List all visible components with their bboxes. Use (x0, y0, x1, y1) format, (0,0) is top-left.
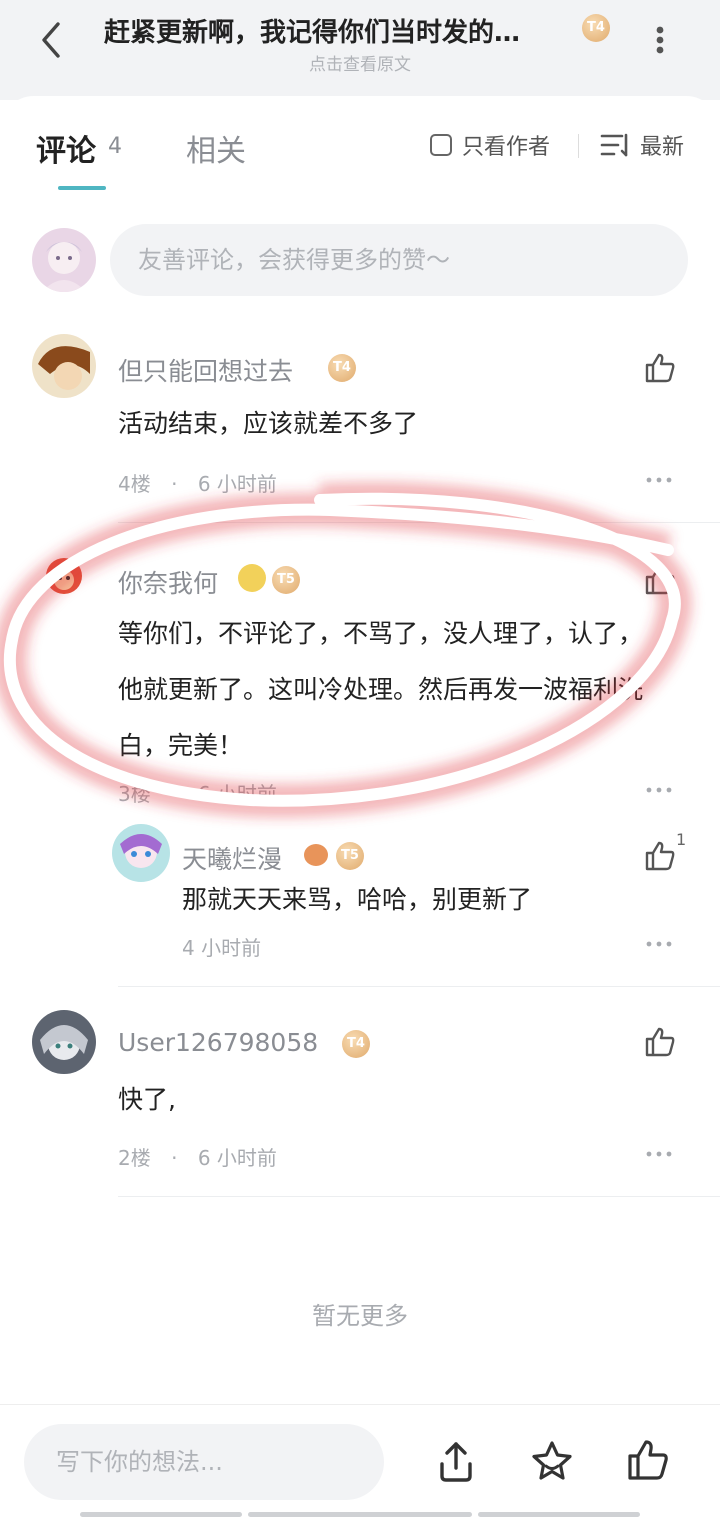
comment-time: 6 小时前 (197, 1146, 277, 1170)
comment-text: 活动结束，应该就差不多了 (118, 409, 419, 438)
more-options-button[interactable] (644, 22, 676, 58)
comment-avatar[interactable] (32, 546, 96, 610)
home-indicator (478, 1512, 640, 1517)
favorite-button[interactable] (528, 1438, 576, 1486)
title-level-badge: T4 (582, 14, 610, 42)
home-indicator (248, 1512, 472, 1517)
thumbs-up-icon (645, 353, 675, 383)
sort-label: 最新 (640, 135, 685, 160)
more-vertical-icon (656, 26, 664, 54)
comment-meta: 2楼 · 6 小时前 (118, 1142, 277, 1171)
comment-avatar[interactable] (32, 334, 96, 398)
like-button[interactable] (642, 1024, 678, 1060)
tab-related[interactable]: 相关 (186, 126, 246, 170)
level-badge: T4 (328, 354, 356, 382)
thumbs-up-icon (628, 1440, 668, 1480)
like-button[interactable] (642, 838, 678, 874)
post-title[interactable]: 赶紧更新啊，我记得你们当时发的… (104, 12, 574, 49)
star-icon (532, 1441, 572, 1480)
home-indicator (80, 1512, 242, 1517)
avatar-image (112, 824, 170, 882)
reply-text: 那就天天来骂，哈哈，别更新了 (182, 885, 533, 914)
comment-more-button[interactable] (646, 776, 672, 801)
comment-floor: 4楼 (118, 472, 151, 496)
like-count: 1 (676, 830, 687, 849)
comment-text: 等你们，不评论了，不骂了，没人理了，认了，他就更新了。这叫冷处理。然后再发一波福… (118, 619, 644, 760)
comment-more-button[interactable] (646, 1140, 672, 1165)
level-badge: T4 (342, 1030, 370, 1058)
avatar-image (32, 334, 96, 398)
comment-more-button[interactable] (646, 466, 672, 491)
level-badge: T5 (336, 842, 364, 870)
meta-separator: · (171, 782, 178, 806)
emoji-badge (304, 844, 328, 866)
comment-username[interactable]: 但只能回想过去 (118, 352, 293, 388)
comment-input[interactable] (110, 224, 688, 296)
meta-separator: · (171, 472, 178, 496)
author-only-toggle[interactable]: 只看作者 (430, 130, 550, 160)
comment-avatar[interactable] (32, 1010, 96, 1074)
more-horizontal-icon (646, 1151, 672, 1157)
comment-text: 快了, (118, 1085, 176, 1114)
like-post-button[interactable] (624, 1436, 672, 1484)
comment-divider (118, 522, 720, 523)
thumbs-up-icon (645, 841, 675, 871)
like-button[interactable] (642, 350, 678, 386)
comment-username[interactable]: User126798058 (118, 1028, 318, 1057)
share-button[interactable] (432, 1438, 480, 1486)
write-thought-input[interactable] (24, 1424, 384, 1500)
avatar-image (32, 228, 96, 292)
thumbs-up-icon (645, 565, 675, 595)
more-horizontal-icon (646, 941, 672, 947)
active-tab-indicator (58, 186, 106, 190)
comment-time: 6 小时前 (197, 782, 277, 806)
reply-username[interactable]: 天曦烂漫 (182, 840, 282, 876)
avatar-image (32, 546, 96, 610)
comment-username[interactable]: 你奈我何 (118, 564, 218, 600)
no-more-label: 暂无更多 (312, 1302, 408, 1330)
tab-divider (578, 134, 579, 158)
my-avatar[interactable] (32, 228, 96, 292)
reply-time: 4 小时前 (182, 936, 262, 960)
avatar-image (32, 1010, 96, 1074)
level-badge: T5 (272, 566, 300, 594)
reply-avatar[interactable] (112, 824, 170, 882)
reply-more-button[interactable] (646, 930, 672, 955)
meta-separator: · (171, 1146, 178, 1170)
more-horizontal-icon (646, 477, 672, 483)
comment-meta: 4楼 · 6 小时前 (118, 468, 277, 497)
tab-comments-count: 4 (108, 134, 122, 159)
share-icon (440, 1442, 472, 1482)
author-only-checkbox[interactable] (430, 134, 452, 156)
comment-time: 6 小时前 (197, 472, 277, 496)
comment-floor: 2楼 (118, 1146, 151, 1170)
emoji-badge (238, 564, 266, 592)
comment-divider (118, 986, 720, 987)
more-horizontal-icon (646, 787, 672, 793)
like-button[interactable] (642, 562, 678, 598)
tab-comments[interactable]: 评论 (36, 126, 96, 170)
view-original-link[interactable]: 点击查看原文 (0, 50, 720, 75)
thumbs-up-icon (645, 1027, 675, 1057)
sort-lines-icon (600, 133, 628, 157)
sort-button[interactable]: 最新 (600, 130, 684, 160)
comment-meta: 3楼 · 6 小时前 (118, 778, 277, 807)
comment-divider (118, 1196, 720, 1197)
comment-floor: 3楼 (118, 782, 151, 806)
author-only-label: 只看作者 (462, 135, 551, 160)
